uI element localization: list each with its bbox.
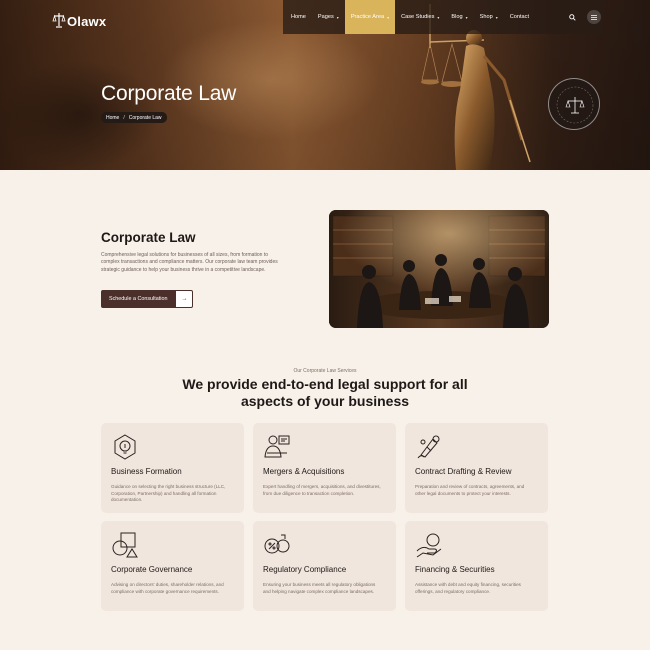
service-card-regulatory-compliance[interactable]: Regulatory Compliance Ensuring your busi…: [253, 521, 396, 611]
breadcrumb-home-link[interactable]: Home: [106, 115, 119, 121]
chevron-down-icon: ▾: [437, 14, 440, 20]
service-card-corporate-governance[interactable]: Corporate Governance Advising on directo…: [101, 521, 244, 611]
nav-item-blog[interactable]: Blog ▾: [445, 0, 473, 34]
service-description: Assistance with debt and equity financin…: [415, 582, 521, 594]
service-description: Advising on directors' duties, sharehold…: [111, 582, 224, 594]
badge-scale-icon: [556, 86, 594, 124]
services-eyebrow: Our Corporate Law Services: [293, 368, 357, 374]
coins-hand-icon: [416, 533, 442, 558]
services-title-line2: aspects of your business: [240, 393, 410, 409]
scales-logo-icon: [52, 13, 66, 28]
service-card-business-formation[interactable]: Business Formation Guidance on selecting…: [101, 423, 244, 513]
nav-label: Blog: [451, 14, 463, 20]
breadcrumb-current: Corporate Law: [128, 114, 162, 121]
service-description: Ensuring your business meets all regulat…: [263, 582, 376, 594]
nav-item-shop[interactable]: Shop ▾: [474, 0, 504, 34]
service-title: Regulatory Compliance: [263, 565, 347, 574]
main-navigation: Home Pages ▾ Practice Area ▾ Case Studies ▾…: [283, 0, 603, 34]
percent-gear-icon: [264, 534, 290, 554]
contract-pen-icon: [417, 435, 440, 459]
service-card-contract-drafting[interactable]: Contract Drafting & Review Preparation a…: [405, 423, 548, 513]
services-title-line1: We provide end-to-end legal support for …: [182, 376, 468, 392]
service-description: Expert handling of mergers, acquisitions…: [263, 484, 381, 496]
brand-logo[interactable]: Olawx: [52, 11, 106, 29]
nav-label: Shop: [479, 14, 493, 20]
nav-label: Home: [291, 14, 306, 20]
breadcrumb: Home / Corporate Law: [101, 112, 167, 123]
nav-item-pages[interactable]: Pages ▾: [312, 0, 345, 34]
service-description: Guidance on selecting the right business…: [111, 484, 226, 503]
service-title: Corporate Governance: [111, 565, 193, 574]
chevron-down-icon: ▾: [387, 14, 390, 20]
nav-item-home[interactable]: Home: [285, 0, 312, 34]
nav-actions: [565, 10, 601, 24]
service-title: Business Formation: [111, 467, 182, 476]
search-icon[interactable]: [565, 10, 579, 24]
schedule-consultation-button[interactable]: Schedule a Consultation →: [101, 290, 194, 308]
nav-label: Practice Area: [350, 14, 385, 20]
bulb-icon: [114, 434, 136, 460]
contact-rotating-badge[interactable]: [548, 78, 600, 130]
nav-label: Pages: [317, 14, 334, 20]
arrow-right-icon[interactable]: →: [175, 290, 194, 308]
services-title: We provide end-to-end legal support for …: [0, 376, 650, 410]
hamburger-icon[interactable]: [587, 10, 601, 24]
page-title: Corporate Law: [101, 82, 237, 105]
presenter-icon: [264, 435, 290, 458]
service-card-mergers-acquisitions[interactable]: Mergers & Acquisitions Expert handling o…: [253, 423, 396, 513]
brand-name: Olawx: [67, 14, 107, 29]
service-card-financing-securities[interactable]: Financing & Securities Assistance with d…: [405, 521, 548, 611]
nav-item-case-studies[interactable]: Case Studies ▾: [395, 0, 445, 34]
hero-banner: Olawx Home Pages ▾ Practice Area ▾ Case St…: [0, 0, 650, 170]
nav-label: Case Studies: [401, 14, 435, 20]
chevron-down-icon: ▾: [465, 14, 468, 20]
service-title: Financing & Securities: [415, 565, 495, 574]
cta-label[interactable]: Schedule a Consultation: [101, 290, 176, 308]
lawyers-meeting-photo: [329, 210, 549, 328]
intro-description: Comprehensive legal solutions for busine…: [101, 252, 278, 273]
nav-item-practice-area[interactable]: Practice Area ▾: [344, 0, 396, 34]
nav-item-contact[interactable]: Contact: [504, 0, 535, 34]
shapes-icon: [112, 532, 138, 558]
chevron-down-icon: ▾: [495, 14, 498, 20]
service-title: Contract Drafting & Review: [415, 467, 512, 476]
intro-title: Corporate Law: [101, 230, 196, 245]
nav-label: Contact: [509, 14, 529, 20]
service-title: Mergers & Acquisitions: [263, 467, 345, 476]
breadcrumb-separator: /: [123, 114, 125, 121]
chevron-down-icon: ▾: [336, 14, 339, 20]
service-description: Preparation and review of contracts, agr…: [415, 484, 525, 496]
